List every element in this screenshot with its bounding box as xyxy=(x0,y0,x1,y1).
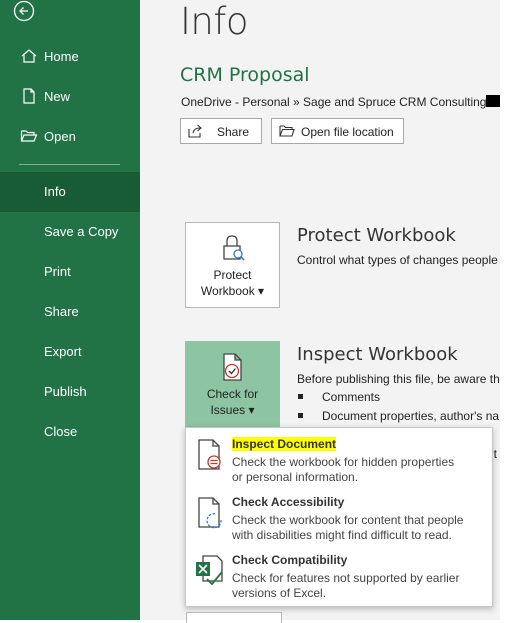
inspect-document-title-text: Inspect Document xyxy=(232,437,337,451)
nav-publish[interactable]: Publish xyxy=(0,372,140,412)
back-arrow-icon[interactable] xyxy=(13,0,35,22)
check-compatibility-desc-2: versions of Excel. xyxy=(232,586,327,600)
nav-open[interactable]: Open xyxy=(0,117,140,157)
page-title: Info xyxy=(180,0,249,43)
protect-button-label-2: Workbook ▾ xyxy=(200,284,265,298)
folder-icon xyxy=(279,125,295,137)
right-edge xyxy=(500,0,508,620)
nav-open-label: Open xyxy=(44,129,76,144)
file-location-breadcrumb[interactable]: OneDrive - Personal » Sage and Spruce CR… xyxy=(181,95,497,109)
protect-workbook-desc: Control what types of changes people xyxy=(297,253,498,267)
new-document-icon xyxy=(23,88,35,104)
lock-magnifier-icon xyxy=(223,235,245,261)
open-file-location-label: Open file location xyxy=(301,125,394,139)
inspect-workbook-desc: Before publishing this file, be aware th xyxy=(297,372,500,386)
accessibility-check-icon xyxy=(198,497,222,529)
menu-item-check-compatibility[interactable]: Check Compatibility Check for features n… xyxy=(186,546,490,602)
check-for-issues-menu: Inspect Document Check the workbook for … xyxy=(185,427,493,607)
inspect-workbook-title: Inspect Workbook xyxy=(297,344,458,365)
protect-button-label-1: Protect xyxy=(213,268,252,282)
nav-print-label: Print xyxy=(44,264,71,279)
share-icon xyxy=(188,124,202,138)
inspect-document-icon xyxy=(198,439,221,470)
share-button-label: Share xyxy=(217,125,250,139)
nav-export-label: Export xyxy=(44,344,82,359)
inspect-bullet-1-text: Comments xyxy=(322,390,381,404)
next-section-button-edge[interactable] xyxy=(186,612,282,623)
nav-info[interactable]: Info xyxy=(0,172,140,212)
nav-info-label: Info xyxy=(44,184,66,199)
nav-save-a-copy-label: Save a Copy xyxy=(44,224,119,239)
check-accessibility-desc-2: with disabilities might find difficult t… xyxy=(232,528,452,542)
nav-close-label: Close xyxy=(44,424,78,439)
document-check-icon xyxy=(223,353,242,381)
check-for-issues-button[interactable]: Check for Issues ▾ xyxy=(185,341,280,427)
nav-new[interactable]: New xyxy=(0,77,140,117)
check-issues-label-2: Issues ▾ xyxy=(210,403,255,417)
nav-home[interactable]: Home xyxy=(0,37,140,77)
nav-export[interactable]: Export xyxy=(0,332,140,372)
check-compatibility-desc-1: Check for features not supported by earl… xyxy=(232,571,460,585)
inspect-document-desc-2: or personal information. xyxy=(232,470,359,484)
nav-share-label: Share xyxy=(44,304,79,319)
nav-new-label: New xyxy=(44,89,71,104)
nav-close[interactable]: Close xyxy=(0,412,140,452)
nav-home-label: Home xyxy=(44,49,79,64)
compatibility-check-icon xyxy=(196,555,223,586)
share-button[interactable]: Share xyxy=(180,118,262,144)
inspect-bullet-2-text: Document properties, author's na xyxy=(322,409,500,423)
nav-publish-label: Publish xyxy=(44,384,87,399)
nav-save-a-copy[interactable]: Save a Copy xyxy=(0,212,140,252)
protect-workbook-button[interactable]: Protect Workbook ▾ xyxy=(185,222,280,308)
open-file-location-button[interactable]: Open file location xyxy=(271,118,404,144)
open-folder-icon xyxy=(20,130,38,142)
inspect-document-desc-1: Check the workbook for hidden properties xyxy=(232,455,455,469)
check-compatibility-title: Check Compatibility xyxy=(232,553,348,567)
backstage-sidebar: Home New Open Info Save a Copy Print Sha… xyxy=(0,0,140,620)
nav-print[interactable]: Print xyxy=(0,252,140,292)
nav-share[interactable]: Share xyxy=(0,292,140,332)
check-accessibility-title: Check Accessibility xyxy=(232,495,345,509)
protect-workbook-title: Protect Workbook xyxy=(297,225,456,246)
inspect-document-title: Inspect Document xyxy=(232,437,337,451)
file-name: CRM Proposal xyxy=(180,64,310,86)
check-accessibility-desc-1: Check the workbook for content that peop… xyxy=(232,513,464,527)
nav-divider xyxy=(19,164,120,165)
home-icon xyxy=(21,49,37,63)
menu-item-inspect-document[interactable]: Inspect Document Check the workbook for … xyxy=(186,430,490,486)
check-issues-label-1: Check for xyxy=(206,387,259,401)
menu-item-check-accessibility[interactable]: Check Accessibility Check the workbook f… xyxy=(186,488,490,544)
